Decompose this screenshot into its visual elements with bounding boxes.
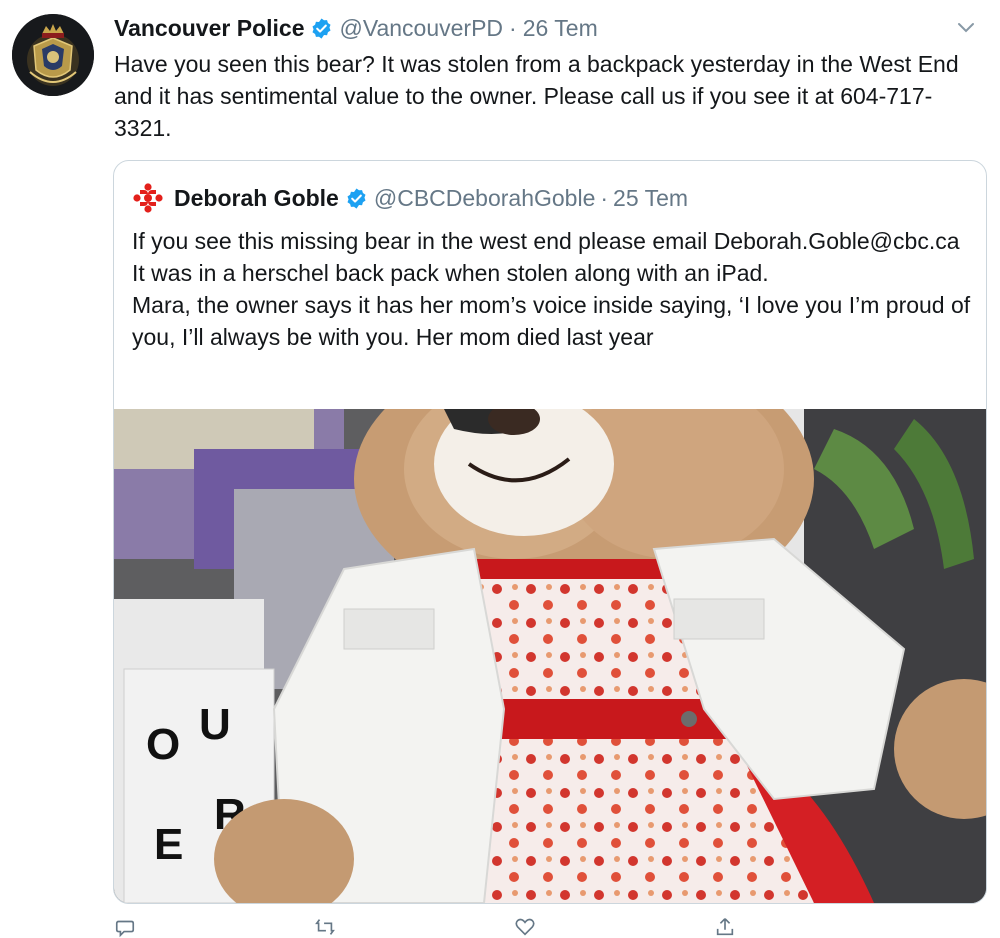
share-button[interactable] <box>714 916 914 938</box>
separator-dot: · <box>509 14 517 41</box>
cbc-logo-icon <box>132 182 164 214</box>
quoted-tweet[interactable]: Deborah Goble @CBCDeborahGoble · 25 Tem … <box>113 160 987 904</box>
verified-badge-icon <box>312 17 331 39</box>
police-crest-icon <box>12 14 94 96</box>
bear-illustration: O U E R <box>114 409 986 903</box>
heart-icon <box>515 918 535 936</box>
quoted-author-name[interactable]: Deborah Goble <box>174 185 339 212</box>
lightbox-letter: U <box>199 700 231 749</box>
lightbox-letter: O <box>146 720 180 769</box>
quoted-tweet-text: If you see this missing bear in the west… <box>132 225 972 353</box>
separator-dot: · <box>600 184 609 211</box>
tweet-card[interactable]: Vancouver Police @VancouverPD · 26 Tem H… <box>0 0 1000 938</box>
lightbox-letter: E <box>154 820 183 869</box>
quoted-tweet-header: Deborah Goble @CBCDeborahGoble · 25 Tem <box>132 181 688 215</box>
reply-button[interactable] <box>114 916 314 938</box>
quoted-author-handle[interactable]: @CBCDeborahGoble <box>374 185 596 212</box>
tweet-text: Have you seen this bear? It was stolen f… <box>114 51 959 141</box>
quoted-tweet-date[interactable]: 25 Tem <box>613 185 688 212</box>
tweet-actions <box>114 916 914 938</box>
reply-icon <box>115 920 135 938</box>
quoted-text-line: Mara, the owner says it has her mom’s vo… <box>132 292 971 350</box>
like-button[interactable] <box>514 916 714 938</box>
tweet-header: Vancouver Police @VancouverPD · 26 Tem <box>114 12 598 44</box>
verified-badge-icon <box>347 187 366 209</box>
teddy-bear-photo[interactable]: O U E R <box>114 409 986 903</box>
quoted-text-line: If you see this missing bear in the west… <box>132 228 960 254</box>
vancouver-police-avatar[interactable] <box>12 14 94 96</box>
chevron-down-icon[interactable] <box>956 18 976 38</box>
share-icon <box>716 918 734 936</box>
author-name[interactable]: Vancouver Police <box>114 15 304 42</box>
retweet-button[interactable] <box>314 916 514 938</box>
quoted-text-line: It was in a herschel back pack when stol… <box>132 260 769 286</box>
tweet-date[interactable]: 26 Tem <box>523 15 598 42</box>
retweet-icon <box>315 919 335 935</box>
author-handle[interactable]: @VancouverPD <box>339 15 503 42</box>
